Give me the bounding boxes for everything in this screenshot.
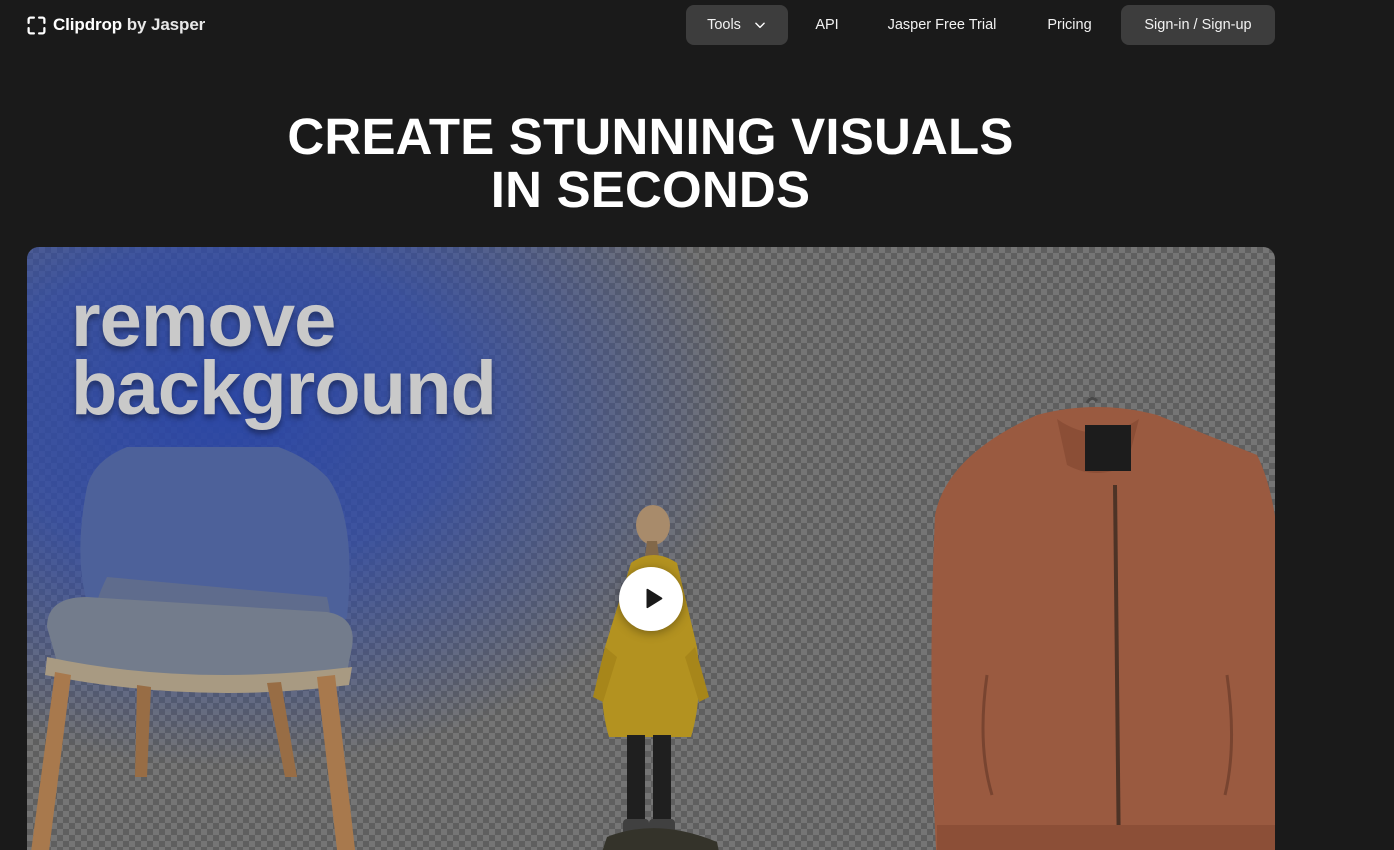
- nav-link-pricing[interactable]: Pricing: [1036, 5, 1103, 45]
- play-icon: [646, 588, 663, 609]
- hero-title-line-1: CREATE STUNNING VISUALS: [287, 108, 1014, 165]
- page: Clipdrop by Jasper Tools API Jasper Free…: [0, 0, 1394, 850]
- hero-video[interactable]: remove background: [27, 247, 1275, 850]
- play-button[interactable]: [619, 567, 683, 631]
- sign-in-button[interactable]: Sign-in / Sign-up: [1121, 5, 1275, 45]
- tools-label: Tools: [707, 17, 741, 33]
- nav-link-jasper-free-trial[interactable]: Jasper Free Trial: [876, 5, 1008, 45]
- video-headline-line-2: background: [71, 346, 497, 431]
- site-header: Clipdrop by Jasper Tools API Jasper Free…: [0, 0, 1394, 50]
- hero-title: CREATE STUNNING VISUALS IN SECONDS: [0, 110, 1301, 216]
- video-headline: remove background: [71, 278, 497, 431]
- nav-link-api[interactable]: API: [806, 5, 848, 45]
- hero-title-line-2: IN SECONDS: [490, 161, 811, 218]
- main-nav: Tools API Jasper Free Trial Pricing Sign…: [0, 5, 1394, 45]
- video-headline-line-1: remove: [71, 278, 336, 363]
- chevron-down-icon: [755, 22, 765, 29]
- tools-menu-button[interactable]: Tools: [686, 5, 788, 45]
